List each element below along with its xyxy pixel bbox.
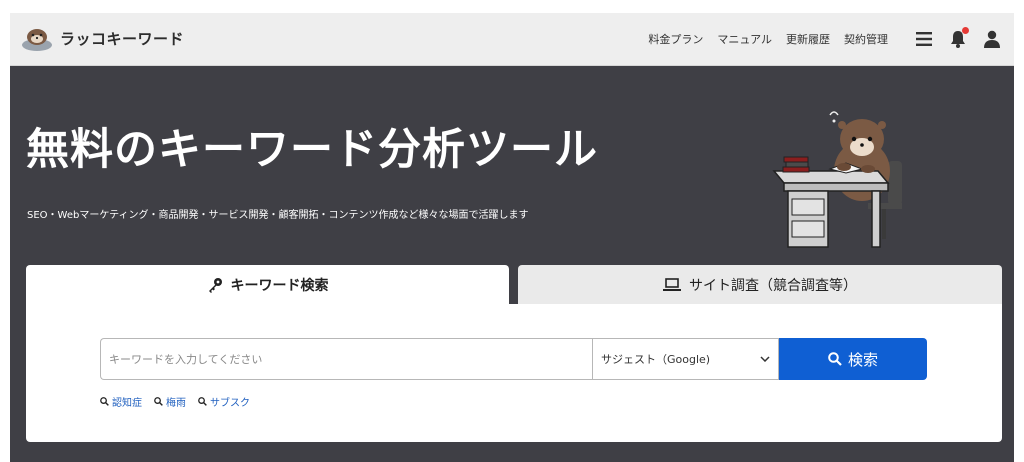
nav-contract-link[interactable]: 契約管理 <box>844 31 888 47</box>
brand-logo[interactable]: ラッコキーワード <box>20 25 184 51</box>
search-icon <box>154 397 163 406</box>
nav-changelog-link[interactable]: 更新履歴 <box>786 31 830 47</box>
hero-title: 無料のキーワード分析ツール <box>26 125 598 175</box>
suggested-keyword-link[interactable]: サブスク <box>198 394 250 409</box>
search-icon <box>198 397 207 406</box>
otter-desk-illustration <box>772 111 902 248</box>
keyword-search-input[interactable] <box>100 338 592 380</box>
tab-site-research[interactable]: サイト調査（競合調査等） <box>518 265 1002 305</box>
search-button[interactable]: 検索 <box>779 338 927 380</box>
tab-site-research-label: サイト調査（競合調査等） <box>689 277 857 294</box>
search-form: サジェスト（Google) 検索 <box>100 338 927 380</box>
key-icon <box>208 278 222 293</box>
laptop-icon <box>663 277 681 291</box>
search-icon <box>100 397 109 406</box>
suggest-source-select[interactable]: サジェスト（Google) <box>592 338 779 380</box>
suggested-keyword-label: 認知症 <box>112 398 142 409</box>
notification-dot <box>962 27 969 34</box>
tab-keyword-search-label: キーワード検索 <box>230 278 329 294</box>
suggested-keyword-link[interactable]: 認知症 <box>100 394 142 409</box>
otter-logo-icon <box>22 29 52 51</box>
header-nav: 料金プラン マニュアル 更新履歴 契約管理 <box>648 27 1004 51</box>
tab-keyword-search[interactable]: キーワード検索 <box>26 265 509 305</box>
bell-icon[interactable] <box>946 27 970 51</box>
suggested-keyword-link[interactable]: 梅雨 <box>154 394 186 409</box>
menu-icon[interactable] <box>912 27 936 51</box>
search-panel: サジェスト（Google) 検索 認知症 梅雨 サブスク <box>26 304 1002 442</box>
suggested-keyword-label: 梅雨 <box>166 398 186 409</box>
suggest-source-value: サジェスト（Google) <box>601 353 711 366</box>
suggested-keywords: 認知症 梅雨 サブスク <box>100 394 250 409</box>
suggested-keyword-label: サブスク <box>210 398 250 409</box>
user-icon[interactable] <box>980 27 1004 51</box>
top-header: ラッコキーワード 料金プラン マニュアル 更新履歴 契約管理 <box>10 13 1014 66</box>
search-button-label: 検索 <box>847 350 878 369</box>
nav-manual-link[interactable]: マニュアル <box>717 31 772 47</box>
chevron-down-icon <box>760 356 770 362</box>
hero-subtitle: SEO・Webマーケティング・商品開発・サービス開発・顧客開拓・コンテンツ作成な… <box>27 210 529 221</box>
brand-name: ラッコキーワード <box>60 29 185 48</box>
search-icon <box>828 352 842 366</box>
app-frame: ラッコキーワード 料金プラン マニュアル 更新履歴 契約管理 無料のキーワード分… <box>10 13 1014 462</box>
nav-pricing-link[interactable]: 料金プラン <box>648 31 703 47</box>
